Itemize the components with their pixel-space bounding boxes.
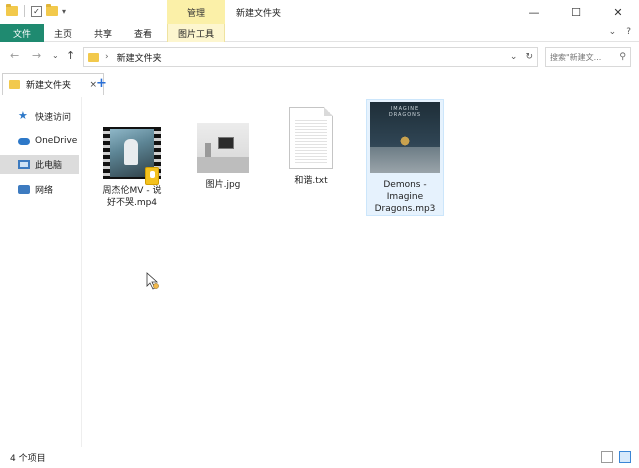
tab-picture-tools[interactable]: 图片工具 [167, 24, 225, 42]
file-name: 图片.jpg [205, 180, 241, 190]
tab-view[interactable]: 查看 [124, 24, 162, 42]
sidebar-item-label: 快速访问 [35, 113, 72, 123]
ribbon-right-controls: ⌄ ? [609, 27, 631, 37]
close-button[interactable]: ✕ [597, 0, 639, 24]
toolbar-divider [24, 5, 25, 17]
computer-icon [18, 160, 30, 169]
file-item-image[interactable]: 图片.jpg [195, 121, 251, 191]
view-switcher [601, 451, 631, 463]
tab-file[interactable]: 文件 [0, 24, 44, 42]
maximize-button[interactable]: ☐ [555, 0, 597, 24]
title-bar: ✓ ▾ 管理 新建文件夹 — ☐ ✕ [0, 0, 639, 24]
sidebar-item-label: 此电脑 [35, 161, 63, 171]
expand-ribbon-chevron-icon[interactable]: ⌄ [609, 27, 617, 37]
address-bar[interactable]: › 新建文件夹 ⌄ ↻ [83, 47, 538, 67]
minimize-button[interactable]: — [513, 0, 555, 24]
file-name: Demons - Imagine Dragons.mp3 [374, 180, 436, 214]
cloud-icon [18, 138, 30, 145]
file-name: 和谐.txt [294, 176, 328, 186]
folder-tab-label: 新建文件夹 [26, 81, 72, 91]
network-icon [18, 185, 30, 194]
breadcrumb-chevron-icon[interactable]: › [105, 52, 109, 62]
breadcrumb-current-folder[interactable]: 新建文件夹 [117, 51, 162, 64]
customize-toolbar-chevron-icon[interactable]: ▾ [62, 7, 66, 16]
folder-tab[interactable]: 新建文件夹 × [2, 73, 104, 95]
forward-arrow-icon[interactable]: → [32, 49, 41, 62]
window-controls: — ☐ ✕ [513, 0, 639, 24]
sidebar-item-onedrive[interactable]: OneDrive [0, 131, 79, 150]
video-file-badge-icon [145, 167, 159, 185]
window-title: 新建文件夹 [236, 9, 282, 19]
sidebar-item-this-pc[interactable]: 此电脑 [0, 155, 79, 174]
status-bar: 4 个项目 [0, 447, 639, 468]
sidebar-item-label: OneDrive [35, 135, 78, 146]
up-arrow-icon[interactable]: ↑ [66, 49, 75, 62]
file-list: 周杰伦MV - 说 好不哭.mp4 图片.jpg 和谐.txt IMAGINE … [83, 97, 639, 447]
star-icon [18, 109, 30, 122]
search-icon[interactable]: ⚲ [619, 52, 626, 62]
navigation-pane: 快速访问 OneDrive 此电脑 网络 [0, 97, 82, 447]
text-document-icon [289, 107, 333, 169]
help-icon[interactable]: ? [626, 27, 631, 37]
folder-icon [6, 4, 18, 16]
tab-home[interactable]: 主页 [44, 24, 82, 42]
busy-cursor-icon [146, 272, 159, 290]
file-name: 周杰伦MV - 说 好不哭.mp4 [102, 186, 162, 208]
refresh-icon[interactable]: ↻ [525, 52, 533, 62]
back-arrow-icon[interactable]: ← [10, 49, 19, 62]
image-thumbnail [197, 123, 249, 173]
folder-tab-strip: 新建文件夹 × + [0, 71, 639, 95]
large-icons-view-icon[interactable] [619, 451, 631, 463]
sidebar-item-network[interactable]: 网络 [0, 180, 79, 199]
file-item-audio-selected[interactable]: IMAGINE DRAGONS Demons - Imagine Dragons… [366, 99, 444, 216]
details-view-icon[interactable] [601, 451, 613, 463]
new-folder-icon[interactable] [46, 4, 58, 16]
sidebar-item-quick-access[interactable]: 快速访问 [0, 107, 79, 126]
search-box[interactable]: ⚲ [545, 47, 631, 67]
file-item-text[interactable]: 和谐.txt [283, 107, 339, 187]
folder-icon [9, 80, 20, 89]
sidebar-item-label: 网络 [35, 186, 54, 196]
properties-check-icon[interactable]: ✓ [31, 5, 42, 17]
item-count: 4 个项目 [10, 454, 46, 464]
navigation-bar: ← → ⌄ ↑ › 新建文件夹 ⌄ ↻ ⚲ [0, 43, 639, 71]
folder-icon [88, 52, 99, 62]
search-input[interactable] [550, 52, 618, 62]
file-item-video[interactable]: 周杰伦MV - 说 好不哭.mp4 [101, 127, 163, 209]
album-cover-thumbnail: IMAGINE DRAGONS [370, 102, 440, 173]
quick-access-toolbar: ✓ ▾ [6, 4, 66, 17]
recent-locations-chevron-icon[interactable]: ⌄ [52, 51, 59, 60]
ribbon: 文件 主页 共享 查看 图片工具 ⌄ ? [0, 24, 639, 42]
address-dropdown-chevron-icon[interactable]: ⌄ [510, 52, 518, 62]
tab-share[interactable]: 共享 [84, 24, 122, 42]
context-tab-group-manage: 管理 [167, 0, 225, 24]
new-tab-button[interactable]: + [96, 76, 107, 91]
